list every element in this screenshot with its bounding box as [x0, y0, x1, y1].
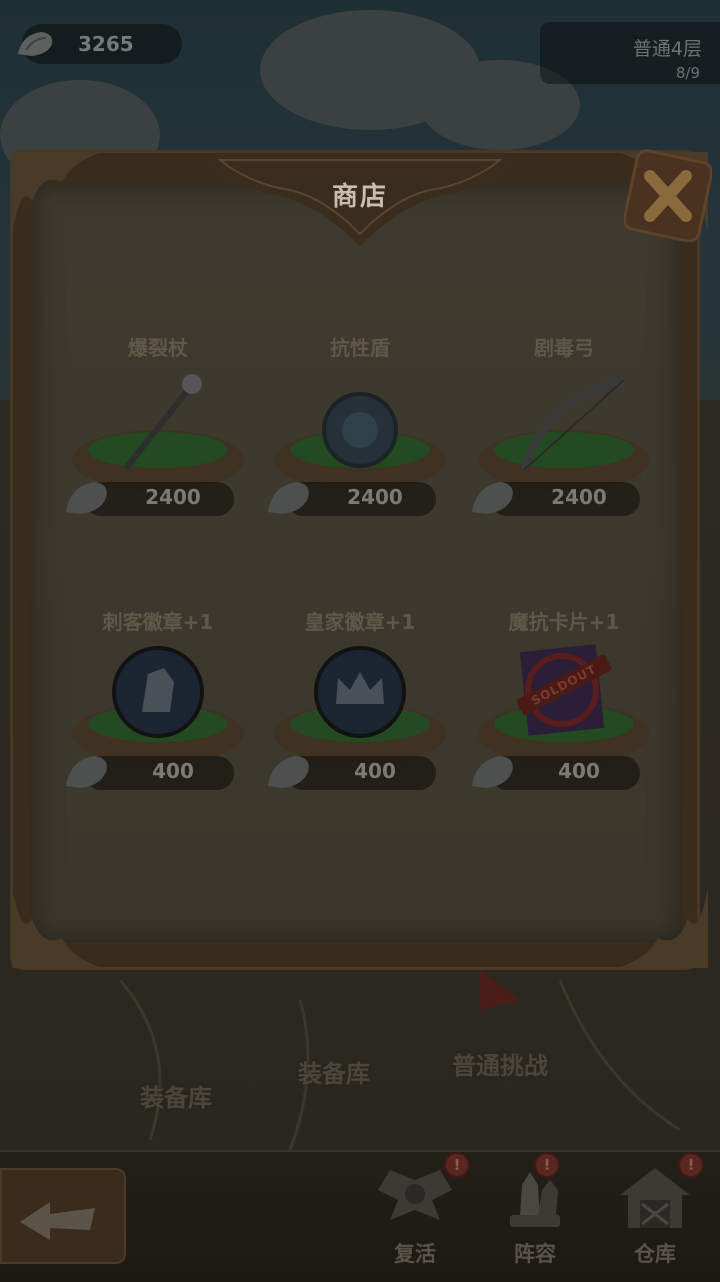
- nav-warehouse-label: 仓库: [634, 1242, 676, 1266]
- alert-badge: !: [444, 1152, 470, 1178]
- shop-item-poison-bow[interactable]: 剧毒弓 2400: [464, 332, 664, 542]
- level-progress: 8/9: [675, 64, 700, 82]
- chess-icon: [510, 1172, 560, 1227]
- corner-ornament-icon: [12, 888, 102, 968]
- shop-title: 商店: [331, 182, 388, 212]
- bow-icon: [520, 376, 624, 470]
- level-name: 普通4层: [632, 38, 702, 60]
- item-name: 魔抗卡片+1: [508, 610, 620, 634]
- conch-shell-icon: [268, 482, 309, 514]
- nav-revive[interactable]: 复活 !: [370, 1152, 470, 1270]
- staff-icon: [123, 374, 202, 470]
- item-price: 2400: [347, 485, 403, 509]
- conch-shell-icon: [472, 482, 513, 514]
- item-name: 皇家徽章+1: [304, 610, 416, 634]
- item-name: 抗性盾: [330, 336, 390, 360]
- alert-badge: !: [678, 1152, 704, 1178]
- nav-revive-label: 复活: [394, 1242, 436, 1266]
- back-button[interactable]: [0, 1168, 126, 1264]
- item-name: 爆裂杖: [128, 336, 188, 360]
- bg-label-equipment-1: 装备库: [140, 1084, 212, 1112]
- shop-item-explosive-staff[interactable]: 爆裂杖 2400: [58, 332, 258, 542]
- item-price: 400: [354, 759, 396, 783]
- bg-label-normal-challenge: 普通挑战: [452, 1052, 548, 1080]
- conch-shell-icon: [66, 482, 107, 514]
- item-name: 剧毒弓: [534, 336, 594, 360]
- item-price: 400: [152, 759, 194, 783]
- shop-item-assassin-badge[interactable]: 刺客徽章+1 400: [58, 606, 258, 816]
- assassin-badge-icon: [112, 646, 204, 738]
- conch-shell-icon: [18, 32, 53, 56]
- corner-ornament-icon: [618, 888, 708, 968]
- close-button[interactable]: [624, 146, 712, 242]
- item-price: 2400: [551, 485, 607, 509]
- conch-shell-icon: [268, 756, 309, 788]
- nav-warehouse[interactable]: 仓库 !: [610, 1152, 704, 1270]
- royal-badge-icon: [314, 646, 406, 738]
- shop-item-magic-resist-card[interactable]: 魔抗卡片+1 SOLDOUT 400: [464, 606, 664, 816]
- shop-item-resist-shield[interactable]: 抗性盾 2400: [260, 332, 460, 542]
- bg-label-equipment-2: 装备库: [298, 1060, 370, 1088]
- currency-value: 3265: [78, 32, 134, 56]
- conch-shell-icon: [472, 756, 513, 788]
- back-arrow-icon: [20, 1202, 95, 1240]
- shop-panel: [30, 182, 682, 942]
- item-price: 2400: [145, 485, 201, 509]
- conch-shell-icon: [66, 756, 107, 788]
- shop-item-royal-badge[interactable]: 皇家徽章+1 400: [260, 606, 460, 816]
- nav-lineup-label: 阵容: [514, 1242, 556, 1266]
- shield-icon: [322, 392, 398, 468]
- nav-lineup[interactable]: 阵容 !: [490, 1152, 580, 1270]
- alert-badge: !: [534, 1152, 560, 1178]
- item-price: 400: [558, 759, 600, 783]
- item-name: 刺客徽章+1: [102, 610, 214, 634]
